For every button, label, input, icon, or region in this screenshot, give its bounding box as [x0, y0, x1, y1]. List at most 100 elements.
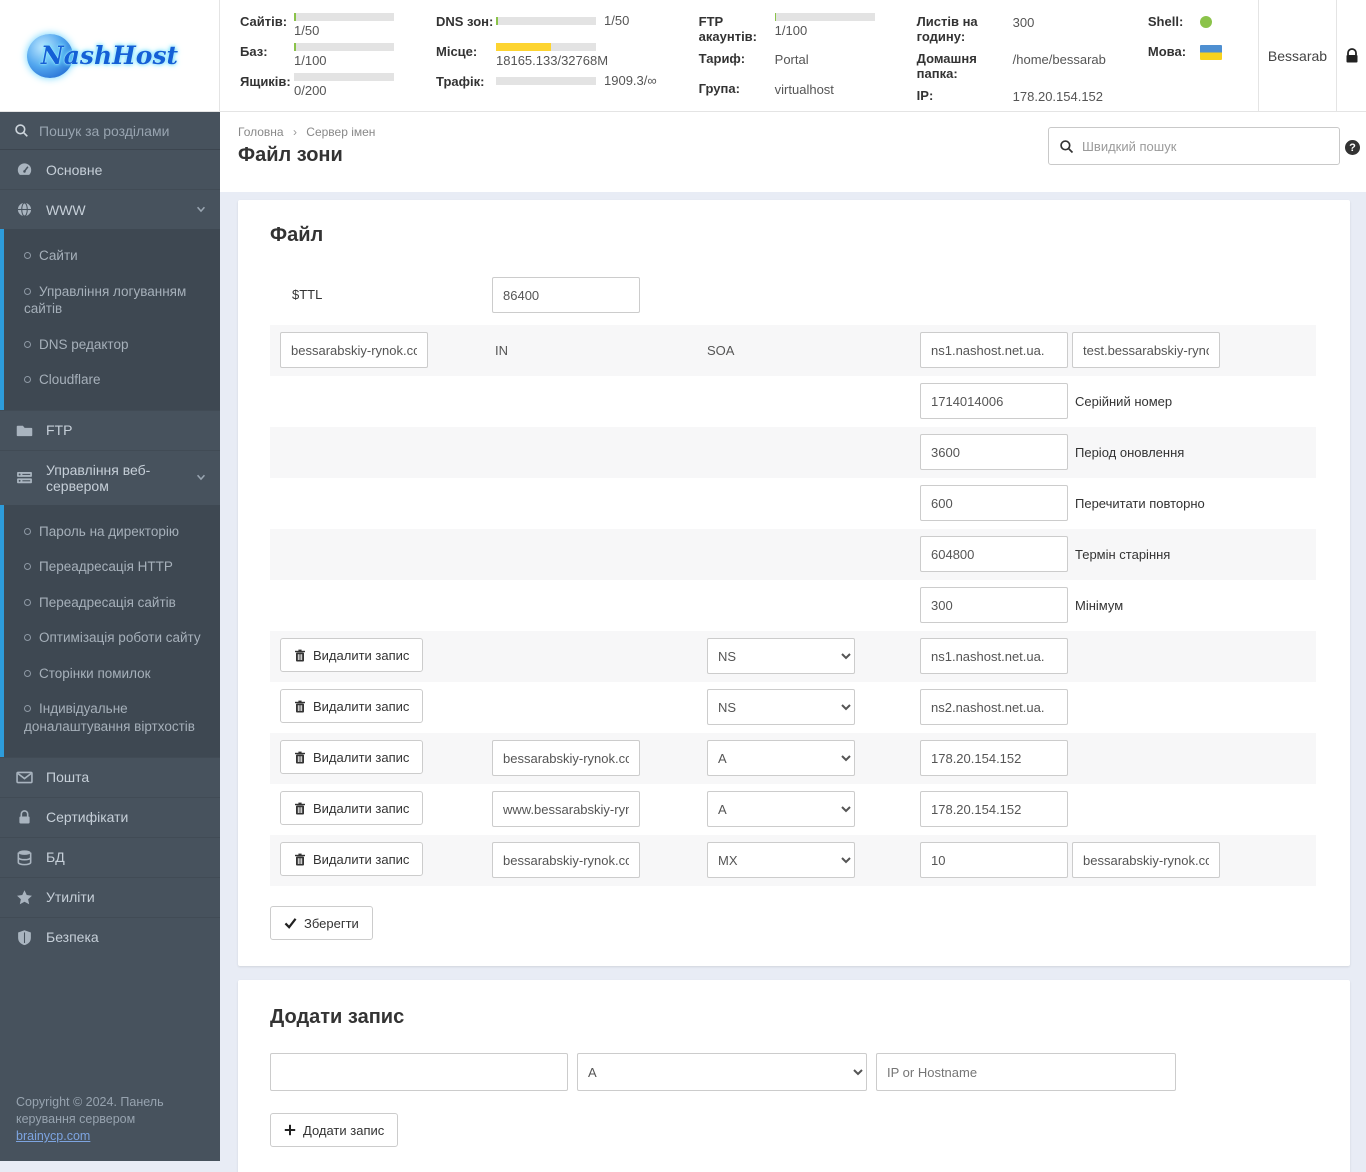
new-record-type-select[interactable]: A — [577, 1053, 867, 1091]
record-type-select[interactable]: A — [707, 740, 855, 776]
help-icon[interactable]: ? — [1345, 140, 1360, 155]
mx-record-row: Видалити запис MX — [270, 835, 1316, 886]
add-record-button[interactable]: Додати запис — [270, 1113, 399, 1147]
ttl-label: $TTL — [292, 287, 323, 302]
record-type-select[interactable]: NS — [707, 638, 855, 674]
param-label: Серійний номер — [1075, 394, 1173, 409]
quick-search-input[interactable] — [1082, 138, 1329, 154]
record-name-input[interactable] — [492, 842, 640, 878]
sidebar-item-mail[interactable]: Пошта — [0, 756, 220, 797]
sidebar-item-ftp[interactable]: FTP — [0, 409, 220, 450]
refresh-input[interactable] — [920, 434, 1068, 470]
stat-home-dir: Домашня папка: /home/bessarab — [916, 50, 1106, 81]
lock-icon — [16, 809, 33, 826]
record-value-input[interactable] — [920, 740, 1068, 776]
sidebar-search-input[interactable] — [39, 122, 220, 139]
sidebar-subitem-site-optimization[interactable]: Оптимізація роботи сайту — [4, 620, 220, 656]
add-record-heading: Додати запис — [270, 1006, 405, 1028]
soa-row: IN SOA — [270, 325, 1316, 376]
top-header: Сайтів: 1/50 Баз: 1/100 Ящиків: 0/200 DN… — [220, 0, 1366, 112]
soa-name-input[interactable] — [280, 332, 428, 368]
record-value-input[interactable] — [920, 638, 1068, 674]
ttl-input[interactable] — [492, 277, 640, 313]
record-value-input[interactable] — [920, 689, 1068, 725]
progress-track — [294, 73, 394, 81]
serial-input[interactable] — [920, 383, 1068, 419]
record-value-input[interactable] — [920, 791, 1068, 827]
record-target-input[interactable] — [1072, 842, 1220, 878]
sidebar-item-webserver[interactable]: Управління веб-сервером — [0, 449, 220, 505]
control-panel: NashHost Сайтів: 1/50 Баз: 1/100 Ящиків:… — [0, 0, 1366, 1172]
sidebar-item-databases[interactable]: БД — [0, 836, 220, 877]
sidebar-subitem-vhost-custom[interactable]: Індивідуальне доналаштування віртхостів — [4, 691, 220, 744]
ttl-row: $TTL — [270, 265, 1316, 325]
soa-param-row: Термін старіння — [270, 529, 1316, 580]
stat-value: 1909.3/∞ — [604, 73, 657, 88]
sidebar-item-label: WWW — [46, 201, 86, 218]
page-header: Головна › Сервер імен Файл зони ? — [220, 112, 1366, 192]
sidebar-item-certificates[interactable]: Сертифікати — [0, 796, 220, 837]
globe-icon — [16, 201, 33, 218]
sidebar-subitem-dns-editor[interactable]: DNS редактор — [4, 327, 220, 363]
stats-col-3: FTP акаунтів: 1/100 Тариф: Portal Група:… — [699, 13, 875, 111]
delete-record-button[interactable]: Видалити запис — [280, 791, 424, 825]
bullet-icon — [24, 669, 31, 677]
record-type-select[interactable]: NS — [707, 689, 855, 725]
sidebar-item-label: БД — [46, 849, 65, 866]
www-submenu: Сайти Управління логуванням сайтів DNS р… — [0, 229, 220, 410]
minimum-input[interactable] — [920, 587, 1068, 623]
expire-input[interactable] — [920, 536, 1068, 572]
retry-input[interactable] — [920, 485, 1068, 521]
add-record-form: A — [270, 1053, 1316, 1091]
sidebar-subitem-site-redirect[interactable]: Переадресація сайтів — [4, 585, 220, 621]
sidebar-subitem-dir-password[interactable]: Пароль на директорію — [4, 514, 220, 550]
sidebar-item-utilities[interactable]: Утиліти — [0, 876, 220, 917]
sidebar-subitem-sites[interactable]: Сайти — [4, 238, 220, 274]
sidebar-item-www[interactable]: WWW — [0, 189, 220, 229]
stat-value: 300 — [1012, 15, 1035, 30]
sidebar-subitem-error-pages[interactable]: Сторінки помилок — [4, 656, 220, 692]
trash-icon — [294, 700, 306, 713]
delete-record-button[interactable]: Видалити запис — [280, 689, 424, 723]
sidebar-subitem-http-redirect[interactable]: Переадресація HTTP — [4, 549, 220, 585]
record-type-select[interactable]: MX — [707, 842, 855, 878]
soa-primary-ns-input[interactable] — [920, 332, 1068, 368]
search-icon — [14, 123, 29, 138]
delete-record-button[interactable]: Видалити запис — [280, 740, 424, 774]
new-record-name-input[interactable] — [270, 1053, 568, 1091]
param-label: Термін старіння — [1075, 547, 1171, 562]
sidebar-subitem-cloudflare[interactable]: Cloudflare — [4, 362, 220, 398]
zone-file-heading: Файл — [270, 224, 324, 246]
delete-record-button[interactable]: Видалити запис — [280, 842, 424, 876]
stat-mail-per-hour: Листів на годину: 300 — [916, 14, 1035, 44]
sidebar-item-main[interactable]: Основне — [0, 150, 220, 189]
ukraine-flag-icon[interactable] — [1199, 45, 1222, 60]
brainycp-link[interactable]: brainycp.com — [16, 1129, 90, 1143]
breadcrumb-home[interactable]: Головна — [238, 125, 284, 139]
record-type-select[interactable]: A — [707, 791, 855, 827]
delete-record-button[interactable]: Видалити запис — [280, 638, 424, 672]
stat-value: virtualhost — [774, 81, 834, 97]
sidebar-item-label: FTP — [46, 422, 73, 439]
soa-email-input[interactable] — [1072, 332, 1220, 368]
stat-disk: Місце: 18165.133/32768M — [436, 43, 609, 68]
new-record-value-input[interactable] — [876, 1053, 1176, 1091]
sidebar-subitem-site-logging[interactable]: Управління логуванням сайтів — [4, 274, 220, 327]
sidebar: Основне WWW Сайти Управління логуванням … — [0, 112, 220, 1161]
save-button[interactable]: Зберегти — [270, 906, 373, 940]
sidebar-item-security[interactable]: Безпека — [0, 916, 220, 957]
user-menu[interactable]: Bessarab — [1258, 0, 1336, 111]
record-name-input[interactable] — [492, 791, 640, 827]
bullet-icon — [24, 252, 31, 259]
breadcrumb-section[interactable]: Сервер імен — [306, 125, 375, 139]
stat-language: Мова: — [1148, 43, 1222, 68]
stat-value: 1/100 — [774, 23, 808, 38]
a-record-row: Видалити запис A — [270, 784, 1316, 835]
record-priority-input[interactable] — [920, 842, 1068, 878]
logout-lock-icon[interactable] — [1336, 0, 1366, 111]
nashhost-logo[interactable]: NashHost — [26, 33, 178, 78]
copyright-text: Copyright © 2024. Панель керування серве… — [16, 1095, 164, 1127]
sidebar-item-label: Утиліти — [46, 889, 95, 906]
record-name-input[interactable] — [492, 740, 640, 776]
trash-icon — [294, 649, 306, 662]
